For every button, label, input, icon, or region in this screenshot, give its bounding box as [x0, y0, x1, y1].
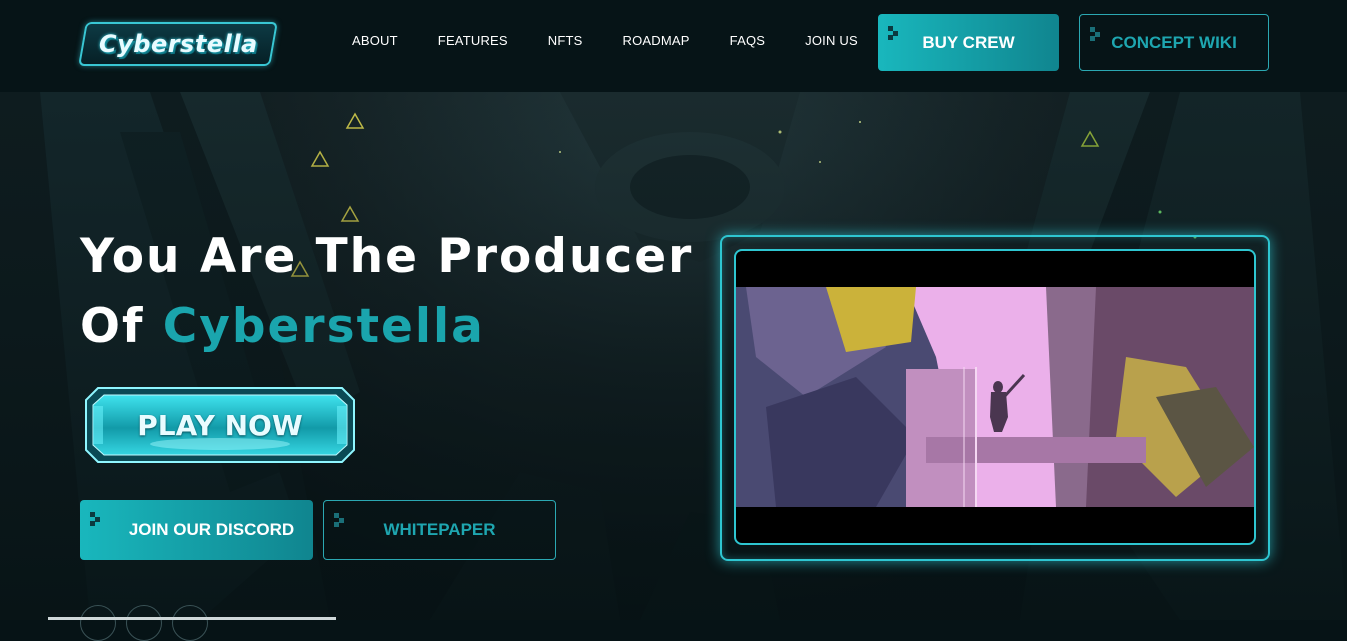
hero-title-line1: You Are The Producer: [80, 229, 694, 284]
whitepaper-label: WHITEPAPER: [383, 520, 496, 539]
video-frame-image: [736, 287, 1254, 507]
nav-nfts[interactable]: NFTS: [548, 33, 583, 48]
join-discord-label: JOIN OUR DISCORD: [128, 520, 295, 539]
concept-wiki-button[interactable]: CONCEPT WIKI: [1079, 14, 1269, 71]
play-now-button[interactable]: PLAY NOW: [84, 386, 356, 464]
whitepaper-button[interactable]: WHITEPAPER: [323, 500, 556, 560]
pixel-icon: [1090, 27, 1104, 41]
hero-title-prefix: Of: [80, 299, 163, 354]
nav-about[interactable]: ABOUT: [352, 33, 398, 48]
buy-crew-label: BUY CREW: [922, 32, 1015, 52]
nav-join-us[interactable]: JOIN US: [805, 33, 858, 48]
logo-text: Cyberstella: [98, 30, 258, 58]
slider-dot[interactable]: [172, 605, 208, 641]
join-discord-button[interactable]: JOIN OUR DISCORD: [80, 500, 313, 560]
play-now-label: PLAY NOW: [137, 408, 303, 442]
main-nav: ABOUT FEATURES NFTS ROADMAP FAQS JOIN US: [352, 33, 898, 48]
cyberstella-logo[interactable]: Cyberstella: [78, 22, 278, 66]
hero-title-accent: Cyberstella: [162, 299, 485, 354]
hero-title: You Are The Producer Of Cyberstella: [80, 222, 693, 362]
hero-title-line2: Of Cyberstella: [80, 292, 693, 362]
pixel-icon: [888, 26, 902, 40]
slider-dots: [80, 605, 218, 641]
slider-dot[interactable]: [80, 605, 116, 641]
slider-dot[interactable]: [126, 605, 162, 641]
pixel-icon: [334, 513, 348, 527]
concept-wiki-label: CONCEPT WIKI: [1111, 32, 1237, 52]
buy-crew-button[interactable]: BUY CREW: [878, 14, 1059, 71]
nav-roadmap[interactable]: ROADMAP: [623, 33, 690, 48]
nav-features[interactable]: FEATURES: [438, 33, 508, 48]
pixel-icon: [90, 512, 104, 526]
nav-faqs[interactable]: FAQS: [730, 33, 765, 48]
site-header: Cyberstella ABOUT FEATURES NFTS ROADMAP …: [0, 0, 1347, 92]
video-player[interactable]: [734, 249, 1256, 545]
